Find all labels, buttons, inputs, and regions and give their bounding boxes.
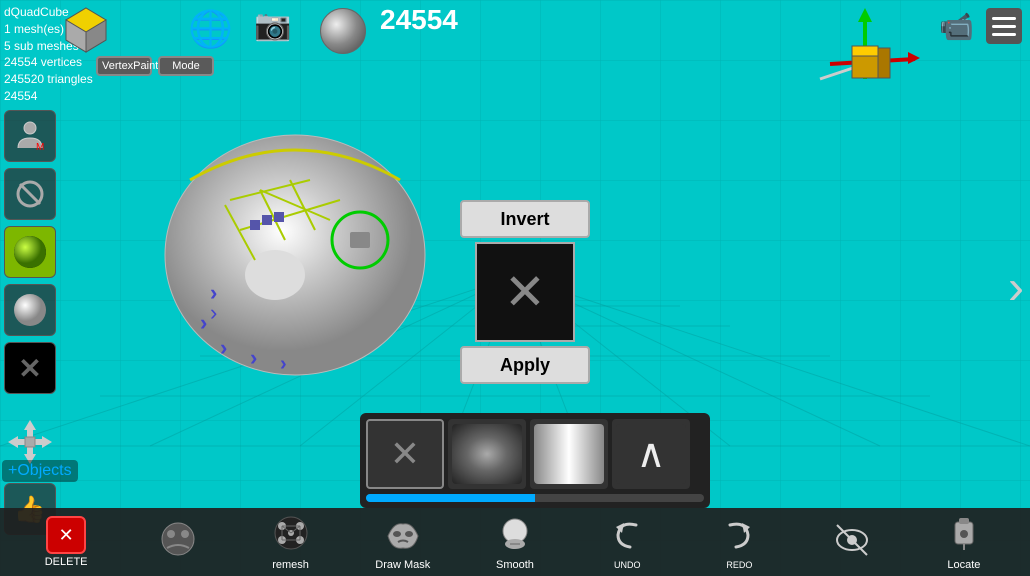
noise-brush-icon <box>452 424 522 484</box>
globe-icon[interactable]: 🌐 <box>188 8 233 50</box>
invert-x-box[interactable]: ✕ <box>475 242 575 342</box>
delete-tool[interactable]: ✕ DELETE <box>36 516 96 568</box>
brush-progress-fill <box>366 494 535 502</box>
vertex-paint-button[interactable]: VertexPaint <box>96 56 152 76</box>
brush-row: ✕ ∧ <box>366 419 704 489</box>
hamburger-line-2 <box>992 25 1016 28</box>
mode-button[interactable]: Mode <box>158 56 214 76</box>
locate-label: Locate <box>947 559 980 571</box>
svg-text:›: › <box>210 300 217 325</box>
cube-icon <box>60 4 112 56</box>
locate-icon <box>945 514 983 557</box>
undo-label: UNDO <box>614 560 641 570</box>
delete-x-icon: ✕ <box>59 526 74 544</box>
svg-text:›: › <box>220 335 227 360</box>
smooth-icon <box>496 514 534 557</box>
invert-popup: Invert ✕ Apply <box>460 200 590 384</box>
svg-text:›: › <box>250 345 257 370</box>
remesh-label: remesh <box>272 559 309 571</box>
gradient-brush-icon <box>534 424 604 484</box>
x-brush-icon: ✕ <box>390 433 420 475</box>
remesh-icon <box>272 514 310 557</box>
undo-tool[interactable]: UNDO <box>597 515 657 570</box>
invert-button[interactable]: Invert <box>460 200 590 238</box>
redo-label: REDO <box>726 560 752 570</box>
move-tool[interactable] <box>148 520 208 565</box>
brush-panel: ✕ ∧ <box>360 413 710 508</box>
white-circle-button[interactable] <box>4 284 56 336</box>
hamburger-menu[interactable] <box>986 8 1022 44</box>
screenshot-icon[interactable]: 📷 <box>254 8 291 43</box>
noise-brush-item[interactable] <box>448 419 526 489</box>
undo-icon <box>608 515 646 558</box>
gizmo-widget <box>800 4 930 94</box>
chevron-brush-item[interactable]: ∧ <box>612 419 690 489</box>
right-arrow-button[interactable]: › <box>1008 261 1024 316</box>
delete-label: DELETE <box>45 556 88 568</box>
video-camera-icon[interactable]: 📹 <box>939 10 974 43</box>
x-brush-item[interactable]: ✕ <box>366 419 444 489</box>
gizmo-svg <box>800 4 930 94</box>
draw-mask-tool[interactable]: Draw Mask <box>373 514 433 571</box>
draw-mask-label: Draw Mask <box>375 559 430 571</box>
chevron-brush-icon: ∧ <box>616 424 686 484</box>
x-tool-button[interactable]: ✕ <box>4 342 56 394</box>
no-symbol-button[interactable] <box>4 168 56 220</box>
bottom-toolbar: ✕ DELETE <box>0 508 1030 576</box>
x-icon: ✕ <box>18 352 41 385</box>
hamburger-line-1 <box>992 17 1016 20</box>
redo-icon <box>720 515 758 558</box>
draw-mask-icon <box>384 514 422 557</box>
svg-text:M: M <box>36 142 44 152</box>
hide-tool[interactable] <box>822 521 882 564</box>
object-tool-button[interactable]: M <box>4 110 56 162</box>
svg-text:›: › <box>280 353 287 375</box>
counter-small: 24554 <box>4 88 93 105</box>
brush-progress-bar[interactable] <box>366 494 704 502</box>
svg-text:›: › <box>200 310 207 335</box>
mode-buttons: VertexPaint Mode <box>96 56 214 76</box>
redo-tool[interactable]: REDO <box>709 515 769 570</box>
hide-icon <box>833 521 871 564</box>
apply-button[interactable]: Apply <box>460 346 590 384</box>
cube-icon-area <box>60 4 112 61</box>
x-cross-icon: ✕ <box>504 267 546 317</box>
white-circle-icon <box>12 292 48 328</box>
no-symbol-icon <box>15 179 45 209</box>
green-sphere-button[interactable] <box>4 226 56 278</box>
remesh-tool[interactable]: remesh <box>261 514 321 571</box>
smooth-tool[interactable]: Smooth <box>485 514 545 571</box>
locate-tool[interactable]: Locate <box>934 514 994 571</box>
chevron-icon: ∧ <box>636 434 665 474</box>
smooth-label: Smooth <box>496 559 534 571</box>
hamburger-line-3 <box>992 33 1016 36</box>
objects-button[interactable]: +Objects <box>2 460 78 482</box>
move-icon <box>159 520 197 563</box>
head-model-svg: › › › › › › <box>130 100 460 390</box>
head-model-area: › › › › › › <box>130 100 460 390</box>
sphere-preview <box>320 8 366 54</box>
top-counter: 24554 <box>380 4 458 36</box>
triangles-count: 245520 triangles <box>4 71 93 88</box>
gradient-brush-item[interactable] <box>530 419 608 489</box>
person-icon: M <box>14 120 46 152</box>
green-sphere-icon <box>12 234 48 270</box>
